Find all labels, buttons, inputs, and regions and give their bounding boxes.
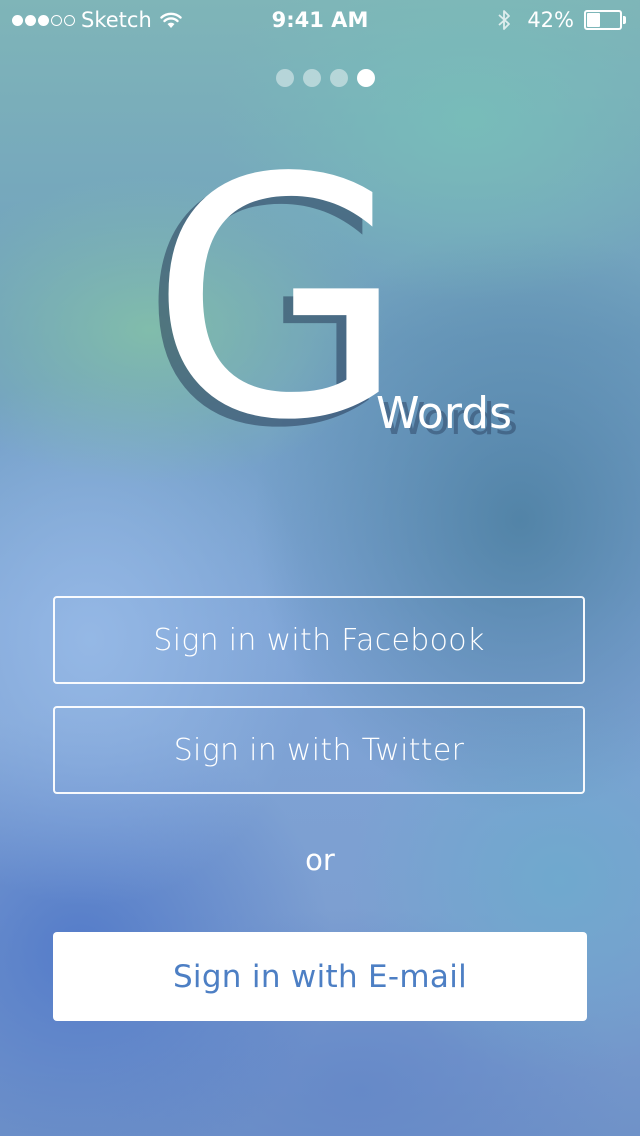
page-dot-active[interactable] [357, 69, 375, 87]
app-logo-letter: G [150, 108, 406, 492]
page-indicator[interactable] [276, 69, 375, 87]
sign-in-email-button[interactable]: Sign in with E-mail [53, 932, 587, 1021]
sign-in-twitter-button[interactable]: Sign in with Twitter [53, 706, 585, 794]
battery-icon [584, 10, 628, 30]
bluetooth-icon [498, 10, 511, 30]
or-separator: or [305, 843, 335, 877]
status-bar: Sketch 9:41 AM 42% [0, 0, 640, 40]
app-logo-word: Words [376, 388, 513, 439]
status-bar-right: 42% [497, 0, 628, 40]
sign-in-facebook-button[interactable]: Sign in with Facebook [53, 596, 585, 684]
page-dot[interactable] [276, 69, 294, 87]
battery-percent: 42% [527, 8, 574, 32]
page-dot[interactable] [330, 69, 348, 87]
page-dot[interactable] [303, 69, 321, 87]
